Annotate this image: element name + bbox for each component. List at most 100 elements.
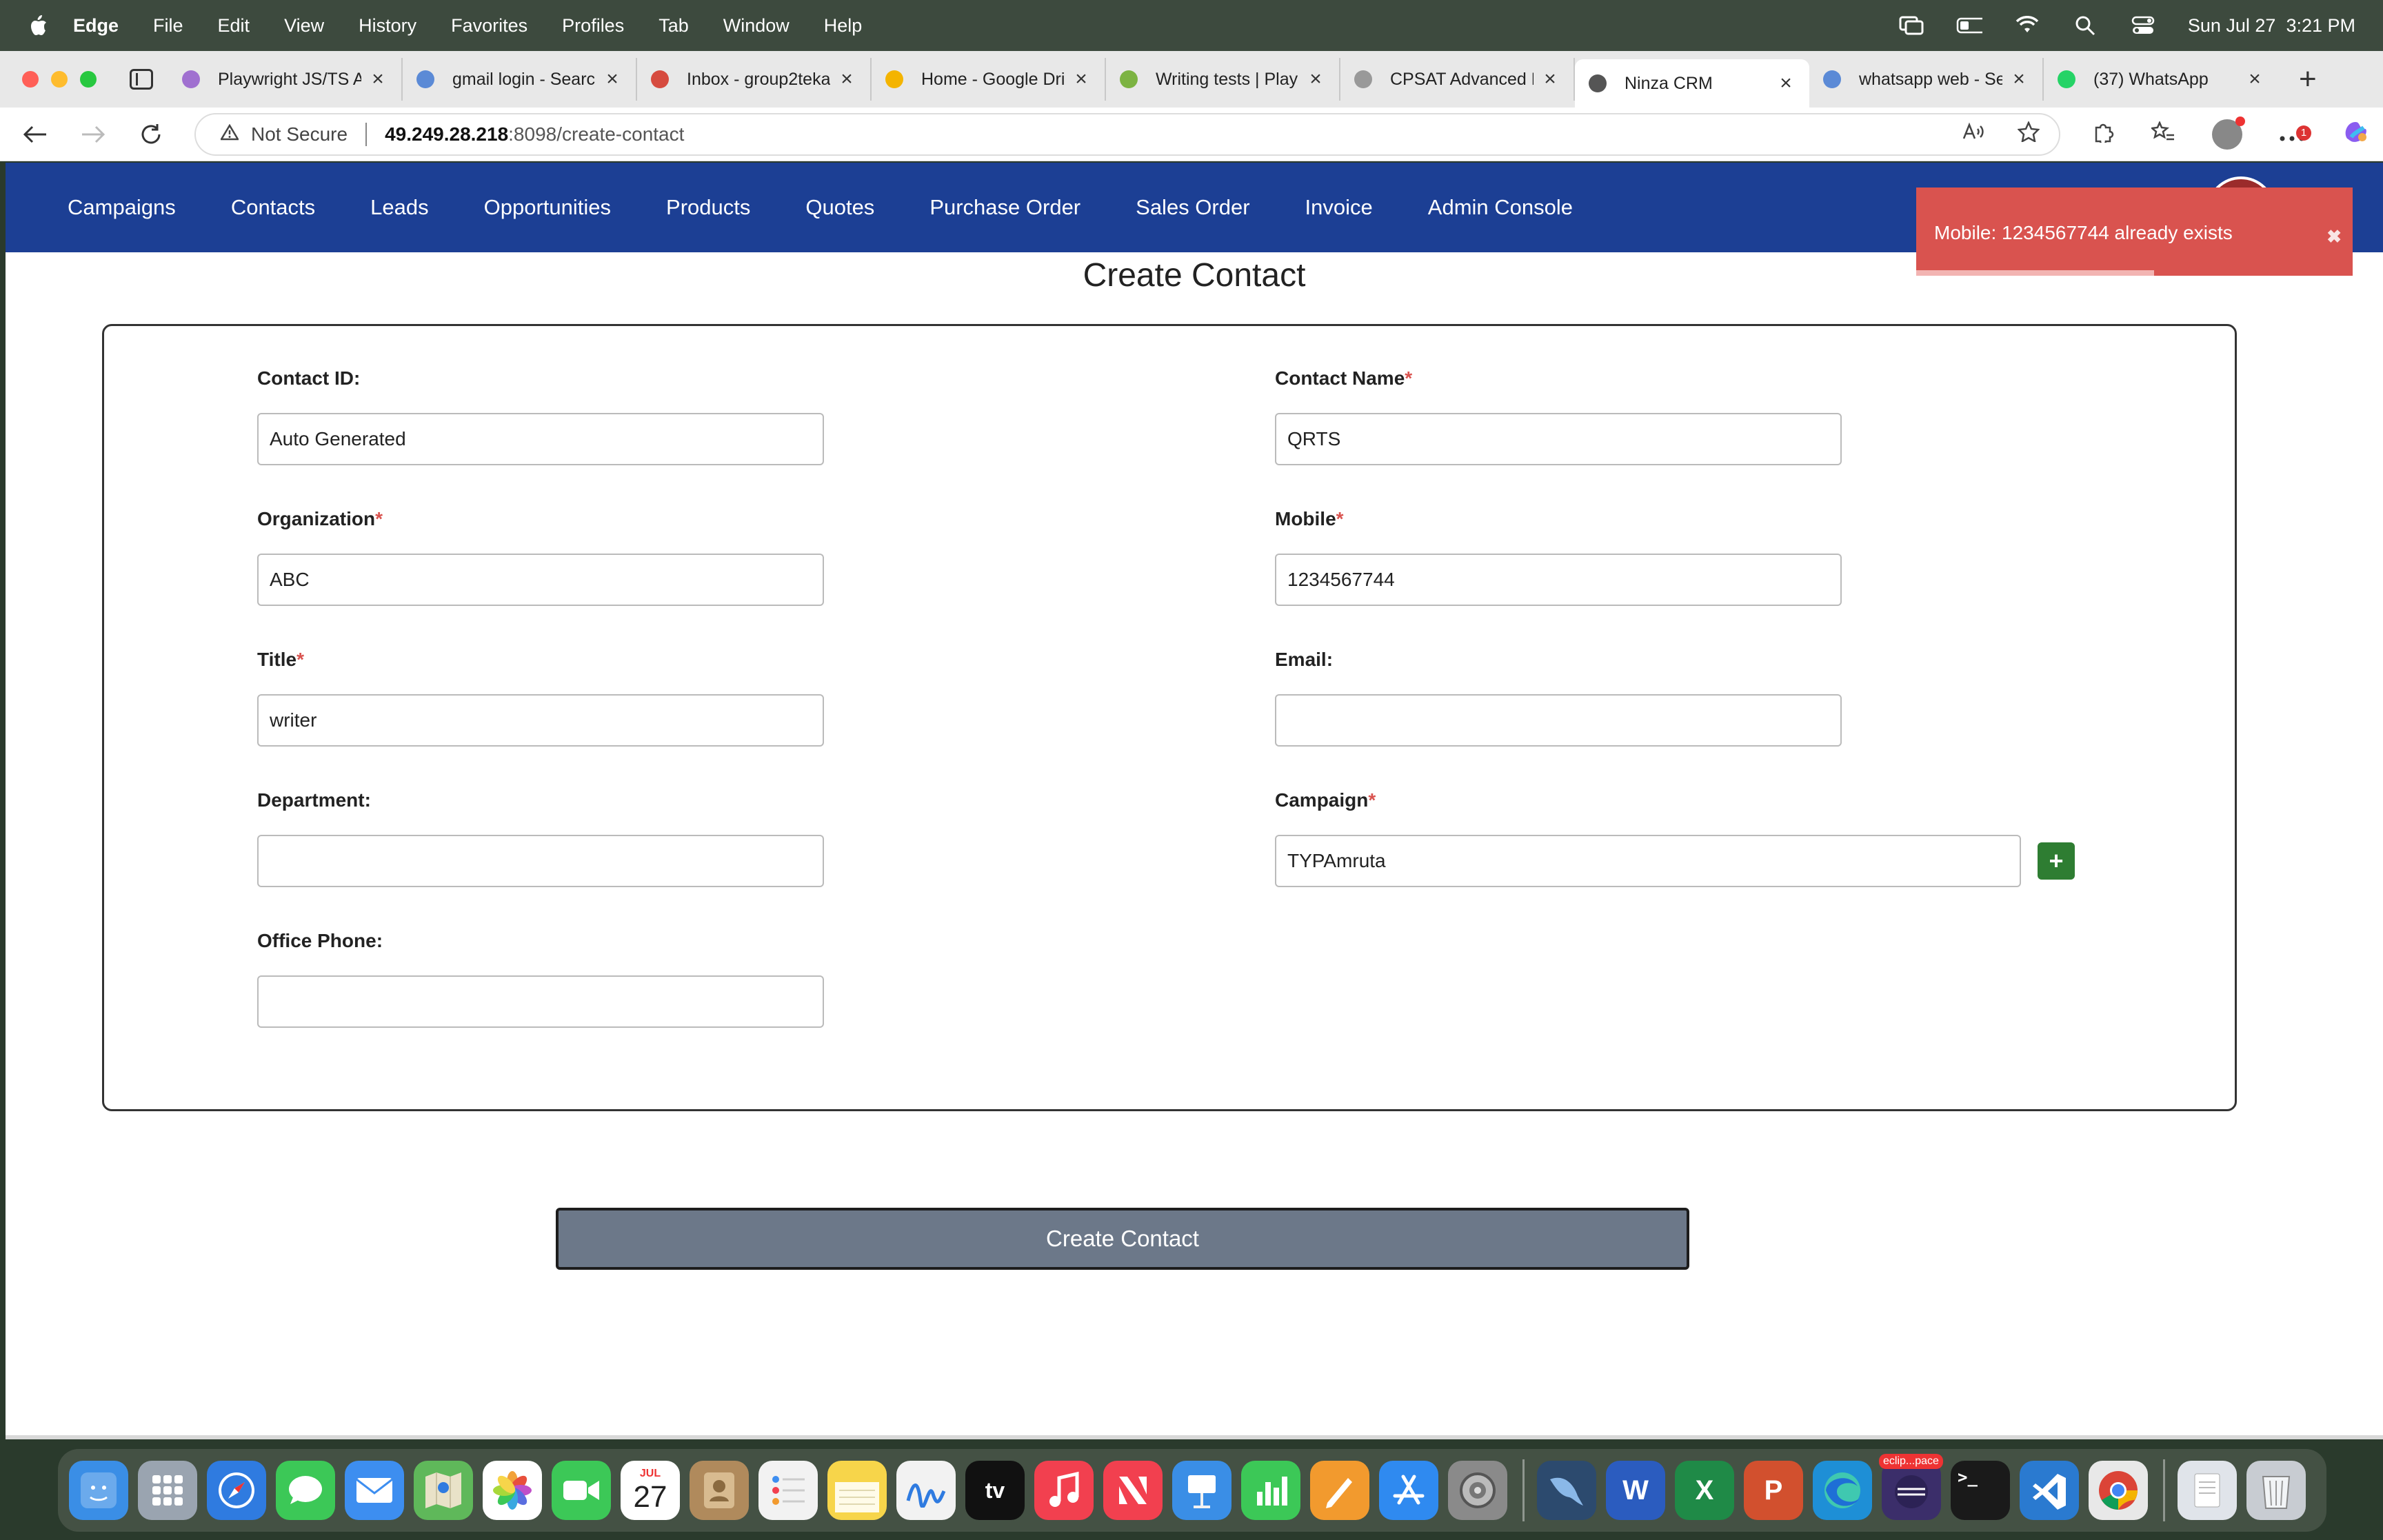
contact-name-input[interactable] [1275, 413, 1842, 465]
apple-menu-icon[interactable] [28, 14, 48, 37]
news-icon[interactable] [1103, 1461, 1163, 1520]
office-phone-input[interactable] [257, 975, 824, 1028]
mobile-input[interactable] [1275, 554, 1842, 606]
messages-icon[interactable] [276, 1461, 335, 1520]
documents-icon[interactable] [2178, 1461, 2237, 1520]
menu-view[interactable]: View [284, 15, 324, 37]
nav-purchase-order[interactable]: Purchase Order [929, 195, 1080, 220]
reload-icon[interactable] [134, 117, 168, 152]
nav-leads[interactable]: Leads [370, 195, 428, 220]
safari-icon[interactable] [207, 1461, 266, 1520]
battery-icon[interactable] [1956, 15, 1982, 36]
calendar-icon[interactable]: JUL 27 [621, 1461, 680, 1520]
close-window-button[interactable] [22, 71, 39, 88]
nav-campaigns[interactable]: Campaigns [68, 195, 176, 220]
contacts-icon[interactable] [690, 1461, 749, 1520]
close-icon[interactable]: × [1776, 72, 1796, 95]
control-center-icon[interactable] [2130, 15, 2156, 36]
wifi-icon[interactable] [2014, 15, 2040, 36]
campaign-input[interactable] [1275, 835, 2021, 887]
nav-products[interactable]: Products [666, 195, 750, 220]
excel-icon[interactable]: X [1675, 1461, 1734, 1520]
tab-actions-icon[interactable] [130, 69, 153, 90]
read-aloud-icon[interactable] [1962, 121, 1986, 148]
extensions-puzzle-icon[interactable] [2092, 121, 2114, 149]
title-input[interactable] [257, 694, 824, 747]
new-tab-plus-icon[interactable]: + [2299, 62, 2317, 97]
keynote-icon[interactable] [1172, 1461, 1231, 1520]
close-icon[interactable]: × [2009, 68, 2029, 91]
back-arrow-icon[interactable] [18, 117, 52, 152]
spotlight-search-icon[interactable] [2072, 15, 2098, 36]
menu-tab[interactable]: Tab [658, 15, 689, 37]
email-input[interactable] [1275, 694, 1842, 747]
close-icon[interactable]: × [837, 68, 856, 91]
reminders-icon[interactable] [758, 1461, 818, 1520]
forward-arrow-icon[interactable] [76, 117, 110, 152]
add-campaign-button[interactable]: + [2038, 842, 2075, 880]
menu-app-name[interactable]: Edge [73, 15, 119, 37]
photos-icon[interactable] [483, 1461, 542, 1520]
freeform-icon[interactable] [896, 1461, 956, 1520]
screen-mirror-icon[interactable] [1898, 15, 1924, 36]
create-contact-button[interactable]: Create Contact [556, 1208, 1689, 1270]
terminal-icon[interactable]: >_ [1951, 1461, 2010, 1520]
warning-triangle-icon[interactable] [219, 123, 240, 145]
close-icon[interactable]: × [1306, 68, 1325, 91]
favorite-star-icon[interactable] [2017, 120, 2040, 148]
chrome-icon[interactable] [2089, 1461, 2148, 1520]
menu-profiles[interactable]: Profiles [562, 15, 624, 37]
menubar-clock[interactable]: Sun Jul 27 3:21 PM [2188, 15, 2355, 37]
nav-quotes[interactable]: Quotes [805, 195, 874, 220]
nav-sales-order[interactable]: Sales Order [1136, 195, 1249, 220]
profile-avatar-icon[interactable] [2212, 116, 2245, 150]
nav-invoice[interactable]: Invoice [1305, 195, 1373, 220]
tab-inbox[interactable]: Inbox - group2teka × [637, 58, 872, 101]
toast-close-icon[interactable]: ✖ [2326, 226, 2342, 247]
facetime-icon[interactable] [552, 1461, 611, 1520]
tab-ninza-crm[interactable]: Ninza CRM × [1575, 59, 1809, 108]
menu-history[interactable]: History [359, 15, 416, 37]
powerpoint-icon[interactable]: P [1744, 1461, 1803, 1520]
security-status-text[interactable]: Not Secure [251, 123, 348, 145]
address-bar[interactable]: Not Secure 49.249.28.218 :8098/create-co… [194, 113, 2060, 156]
menu-window[interactable]: Window [723, 15, 790, 37]
music-icon[interactable] [1034, 1461, 1094, 1520]
menu-help[interactable]: Help [824, 15, 863, 37]
menu-edit[interactable]: Edit [218, 15, 250, 37]
close-icon[interactable]: × [603, 68, 622, 91]
tab-gmail-search[interactable]: gmail login - Search × [403, 58, 637, 101]
organization-input[interactable] [257, 554, 824, 606]
menu-file[interactable]: File [153, 15, 183, 37]
edge-icon[interactable] [1813, 1461, 1872, 1520]
close-icon[interactable]: × [1072, 68, 1091, 91]
department-input[interactable] [257, 835, 824, 887]
contact-id-input[interactable] [257, 413, 824, 465]
tab-google-drive[interactable]: Home - Google Dri × [872, 58, 1106, 101]
appletv-icon[interactable]: tv [965, 1461, 1025, 1520]
tab-writing-tests[interactable]: Writing tests | Play × [1106, 58, 1340, 101]
tab-playwright[interactable]: Playwright JS/TS A × [168, 58, 403, 101]
tab-whatsapp[interactable]: (37) WhatsApp × [2044, 58, 2278, 101]
close-icon[interactable]: × [1540, 68, 1560, 91]
copilot-icon[interactable] [2342, 118, 2369, 152]
tab-whatsapp-search[interactable]: whatsapp web - Se × [1809, 58, 2044, 101]
menu-favorites[interactable]: Favorites [451, 15, 527, 37]
appstore-icon[interactable] [1379, 1461, 1438, 1520]
nav-opportunities[interactable]: Opportunities [484, 195, 611, 220]
maps-icon[interactable] [414, 1461, 473, 1520]
close-icon[interactable]: × [368, 68, 388, 91]
eclipse-icon[interactable]: eclip...pace [1879, 1454, 1943, 1520]
notes-icon[interactable] [827, 1461, 887, 1520]
word-icon[interactable]: W [1606, 1461, 1665, 1520]
vscode-icon[interactable] [2020, 1461, 2079, 1520]
maximize-window-button[interactable] [80, 71, 97, 88]
minimize-window-button[interactable] [51, 71, 68, 88]
numbers-icon[interactable] [1241, 1461, 1300, 1520]
nav-admin-console[interactable]: Admin Console [1428, 195, 1573, 220]
more-options-icon[interactable]: 1 [2280, 121, 2311, 148]
trash-icon[interactable] [2246, 1461, 2306, 1520]
launchpad-icon[interactable] [138, 1461, 197, 1520]
nav-contacts[interactable]: Contacts [231, 195, 315, 220]
finder-icon[interactable] [69, 1461, 128, 1520]
